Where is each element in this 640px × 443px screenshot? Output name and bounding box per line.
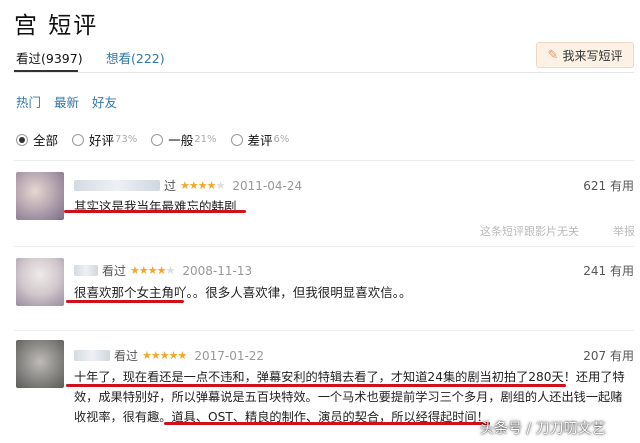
watermark: 头条号 / 刀刀叨文艺 — [480, 421, 606, 437]
watch-status: 看过 — [114, 349, 139, 363]
filter-all[interactable]: 全部 — [16, 130, 58, 149]
username-blurred[interactable] — [74, 350, 110, 361]
divider — [14, 246, 634, 247]
filter-label: 差评 — [247, 133, 273, 148]
sort-options: 热门 最新 好友 — [16, 92, 126, 111]
write-review-label: 我来写短评 — [562, 48, 623, 63]
tabs-bar: 看过(9397) 想看(222) — [16, 48, 165, 67]
filter-percent: 21% — [194, 134, 217, 145]
filter-label: 好评 — [89, 133, 115, 148]
radio-icon[interactable] — [16, 133, 28, 146]
username-blurred[interactable] — [74, 180, 160, 191]
useful-count[interactable]: 241 有用 — [583, 262, 634, 279]
highlight-underline — [64, 210, 246, 213]
comment-line: 其实这是我当年最难忘的韩剧 — [74, 199, 237, 214]
filter-negative[interactable]: 差评 6% — [230, 130, 290, 149]
comment-date: 2017-01-22 — [194, 348, 265, 363]
filter-label: 一般 — [168, 133, 194, 148]
filter-neutral[interactable]: 一般 21% — [151, 130, 217, 149]
divider — [14, 330, 634, 331]
filter-percent: 6% — [273, 134, 290, 145]
avatar[interactable] — [16, 258, 64, 306]
page-title: 宫 短评 — [14, 13, 99, 39]
filter-positive[interactable]: 好评 73% — [72, 130, 137, 149]
divider — [14, 72, 634, 73]
watch-status: 过 — [164, 179, 177, 193]
filter-label: 全部 — [33, 133, 59, 148]
sort-friends[interactable]: 好友 — [92, 95, 117, 110]
useful-count[interactable]: 207 有用 — [583, 347, 634, 364]
radio-icon[interactable] — [230, 133, 243, 146]
sort-latest[interactable]: 最新 — [54, 95, 79, 110]
comment-date: 2008-11-13 — [182, 263, 253, 278]
comment-line: 效，成果特别好，所以弹幕说是五百块特效。一个马术也要提前学习三个多月，剧组的人还… — [74, 390, 623, 404]
tab-wishlist[interactable]: 想看(222) — [106, 48, 165, 67]
highlight-underline — [164, 422, 490, 425]
divider — [14, 160, 634, 161]
watch-status: 看过 — [102, 264, 127, 278]
write-review-button[interactable]: ✎ 我来写短评 — [536, 42, 634, 68]
rating-stars-icon: ★★★★★ — [180, 179, 225, 192]
filter-percent: 73% — [115, 134, 138, 145]
radio-icon[interactable] — [151, 133, 164, 146]
username-blurred[interactable] — [74, 265, 98, 276]
tab-watched[interactable]: 看过(9397) — [16, 51, 83, 66]
radio-icon[interactable] — [72, 133, 85, 146]
report-link[interactable]: 举报 — [613, 223, 635, 239]
comment-meta: 看过 ★★★★★ 2017-01-22 — [74, 347, 264, 364]
comment-meta: 过 ★★★★★ 2011-04-24 — [74, 177, 302, 194]
spoiler-note: 这条短评跟影片无关 — [480, 225, 579, 238]
rating-filters: 全部 好评 73% 一般 21% 差评 6% — [16, 130, 303, 149]
highlight-underline — [374, 384, 566, 387]
rating-stars-icon: ★★★★★ — [130, 264, 175, 277]
avatar[interactable] — [16, 172, 64, 220]
comment-date: 2011-04-24 — [232, 178, 303, 193]
pencil-icon: ✎ — [547, 47, 559, 63]
rating-stars-icon: ★★★★★ — [142, 349, 187, 362]
avatar[interactable] — [16, 340, 64, 388]
comment-meta: 看过 ★★★★★ 2008-11-13 — [74, 262, 252, 279]
highlight-underline — [66, 384, 380, 387]
comment-text: 其实这是我当年最难忘的韩剧 — [74, 197, 237, 217]
highlight-underline — [66, 300, 184, 303]
useful-count[interactable]: 621 有用 — [583, 177, 634, 194]
sort-hot[interactable]: 热门 — [16, 95, 41, 110]
